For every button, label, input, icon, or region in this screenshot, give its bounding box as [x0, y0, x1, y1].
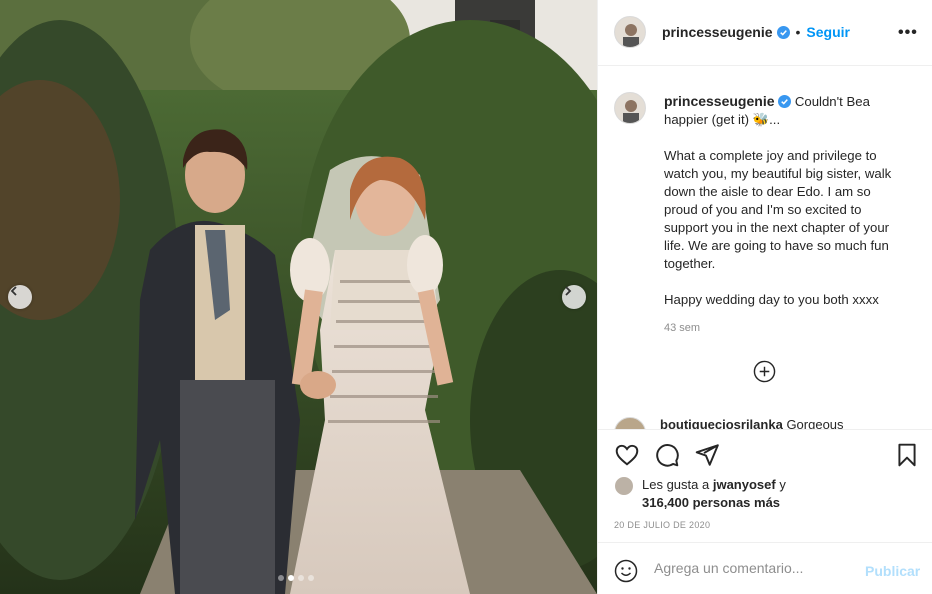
carousel-dot	[298, 575, 304, 581]
avatar[interactable]	[614, 417, 646, 429]
comment-input[interactable]	[654, 560, 854, 576]
post-header: princesseugenie • Seguir •••	[598, 0, 932, 66]
carousel-indicator	[278, 575, 314, 581]
wedding-photo-image	[0, 0, 597, 594]
avatar[interactable]	[614, 16, 646, 48]
carousel-dot	[288, 575, 294, 581]
verified-badge-icon	[778, 95, 792, 108]
comment-icon[interactable]	[654, 442, 680, 468]
verified-badge-icon	[776, 25, 790, 39]
comment-text: Gorgeous	[786, 417, 844, 429]
avatar-image	[615, 17, 645, 47]
next-slide-button[interactable]	[562, 285, 586, 309]
previous-slide-button[interactable]	[8, 285, 32, 309]
comment-author-username[interactable]: boutiqueciosrilanka	[660, 417, 783, 429]
post-caption: princesseugenie Couldn't Bea happier (ge…	[664, 92, 904, 337]
post-sidebar: princesseugenie • Seguir ••• princesseug…	[597, 0, 932, 594]
carousel-dot	[278, 575, 284, 581]
comments-list[interactable]: princesseugenie Couldn't Bea happier (ge…	[598, 67, 932, 429]
caption-line-3: Happy wedding day to you both xxxx	[664, 292, 879, 307]
share-icon[interactable]	[694, 442, 720, 468]
liker-username[interactable]: jwanyosef	[713, 477, 776, 492]
follow-button[interactable]: Seguir	[806, 24, 850, 40]
emoji-icon[interactable]	[614, 559, 638, 583]
bookmark-icon[interactable]	[894, 442, 920, 468]
caption-line-2: What a complete joy and privilege to wat…	[664, 148, 892, 271]
post-author-username[interactable]: princesseugenie	[662, 24, 773, 40]
caption-author-username[interactable]: princesseugenie	[664, 93, 775, 109]
post-date[interactable]: 20 DE JULIO DE 2020	[614, 520, 710, 530]
separator-dot: •	[795, 24, 801, 40]
chevron-right-icon	[565, 286, 572, 296]
avatar[interactable]	[614, 476, 634, 496]
publish-button[interactable]: Publicar	[865, 563, 920, 579]
more-options-icon[interactable]: •••	[898, 24, 918, 42]
avatar[interactable]	[614, 92, 646, 124]
comment-item: boutiqueciosrilanka Gorgeous	[614, 417, 844, 429]
chevron-left-icon	[10, 286, 17, 296]
post-timestamp[interactable]: 43 sem	[664, 319, 904, 337]
plus-circle-icon[interactable]	[753, 360, 776, 383]
avatar-image	[615, 93, 645, 123]
carousel-dot	[308, 575, 314, 581]
likes-count[interactable]: 316,400 personas más	[642, 495, 780, 510]
likes-prefix: Les gusta a	[642, 477, 710, 492]
likes-summary: Les gusta a jwanyosef y 316,400 personas…	[614, 476, 786, 512]
post-actions	[598, 429, 932, 477]
add-comment-bar: Publicar	[598, 542, 932, 594]
likes-conjunction: y	[779, 477, 786, 492]
heart-icon[interactable]	[614, 442, 640, 468]
post-photo[interactable]	[0, 0, 597, 594]
